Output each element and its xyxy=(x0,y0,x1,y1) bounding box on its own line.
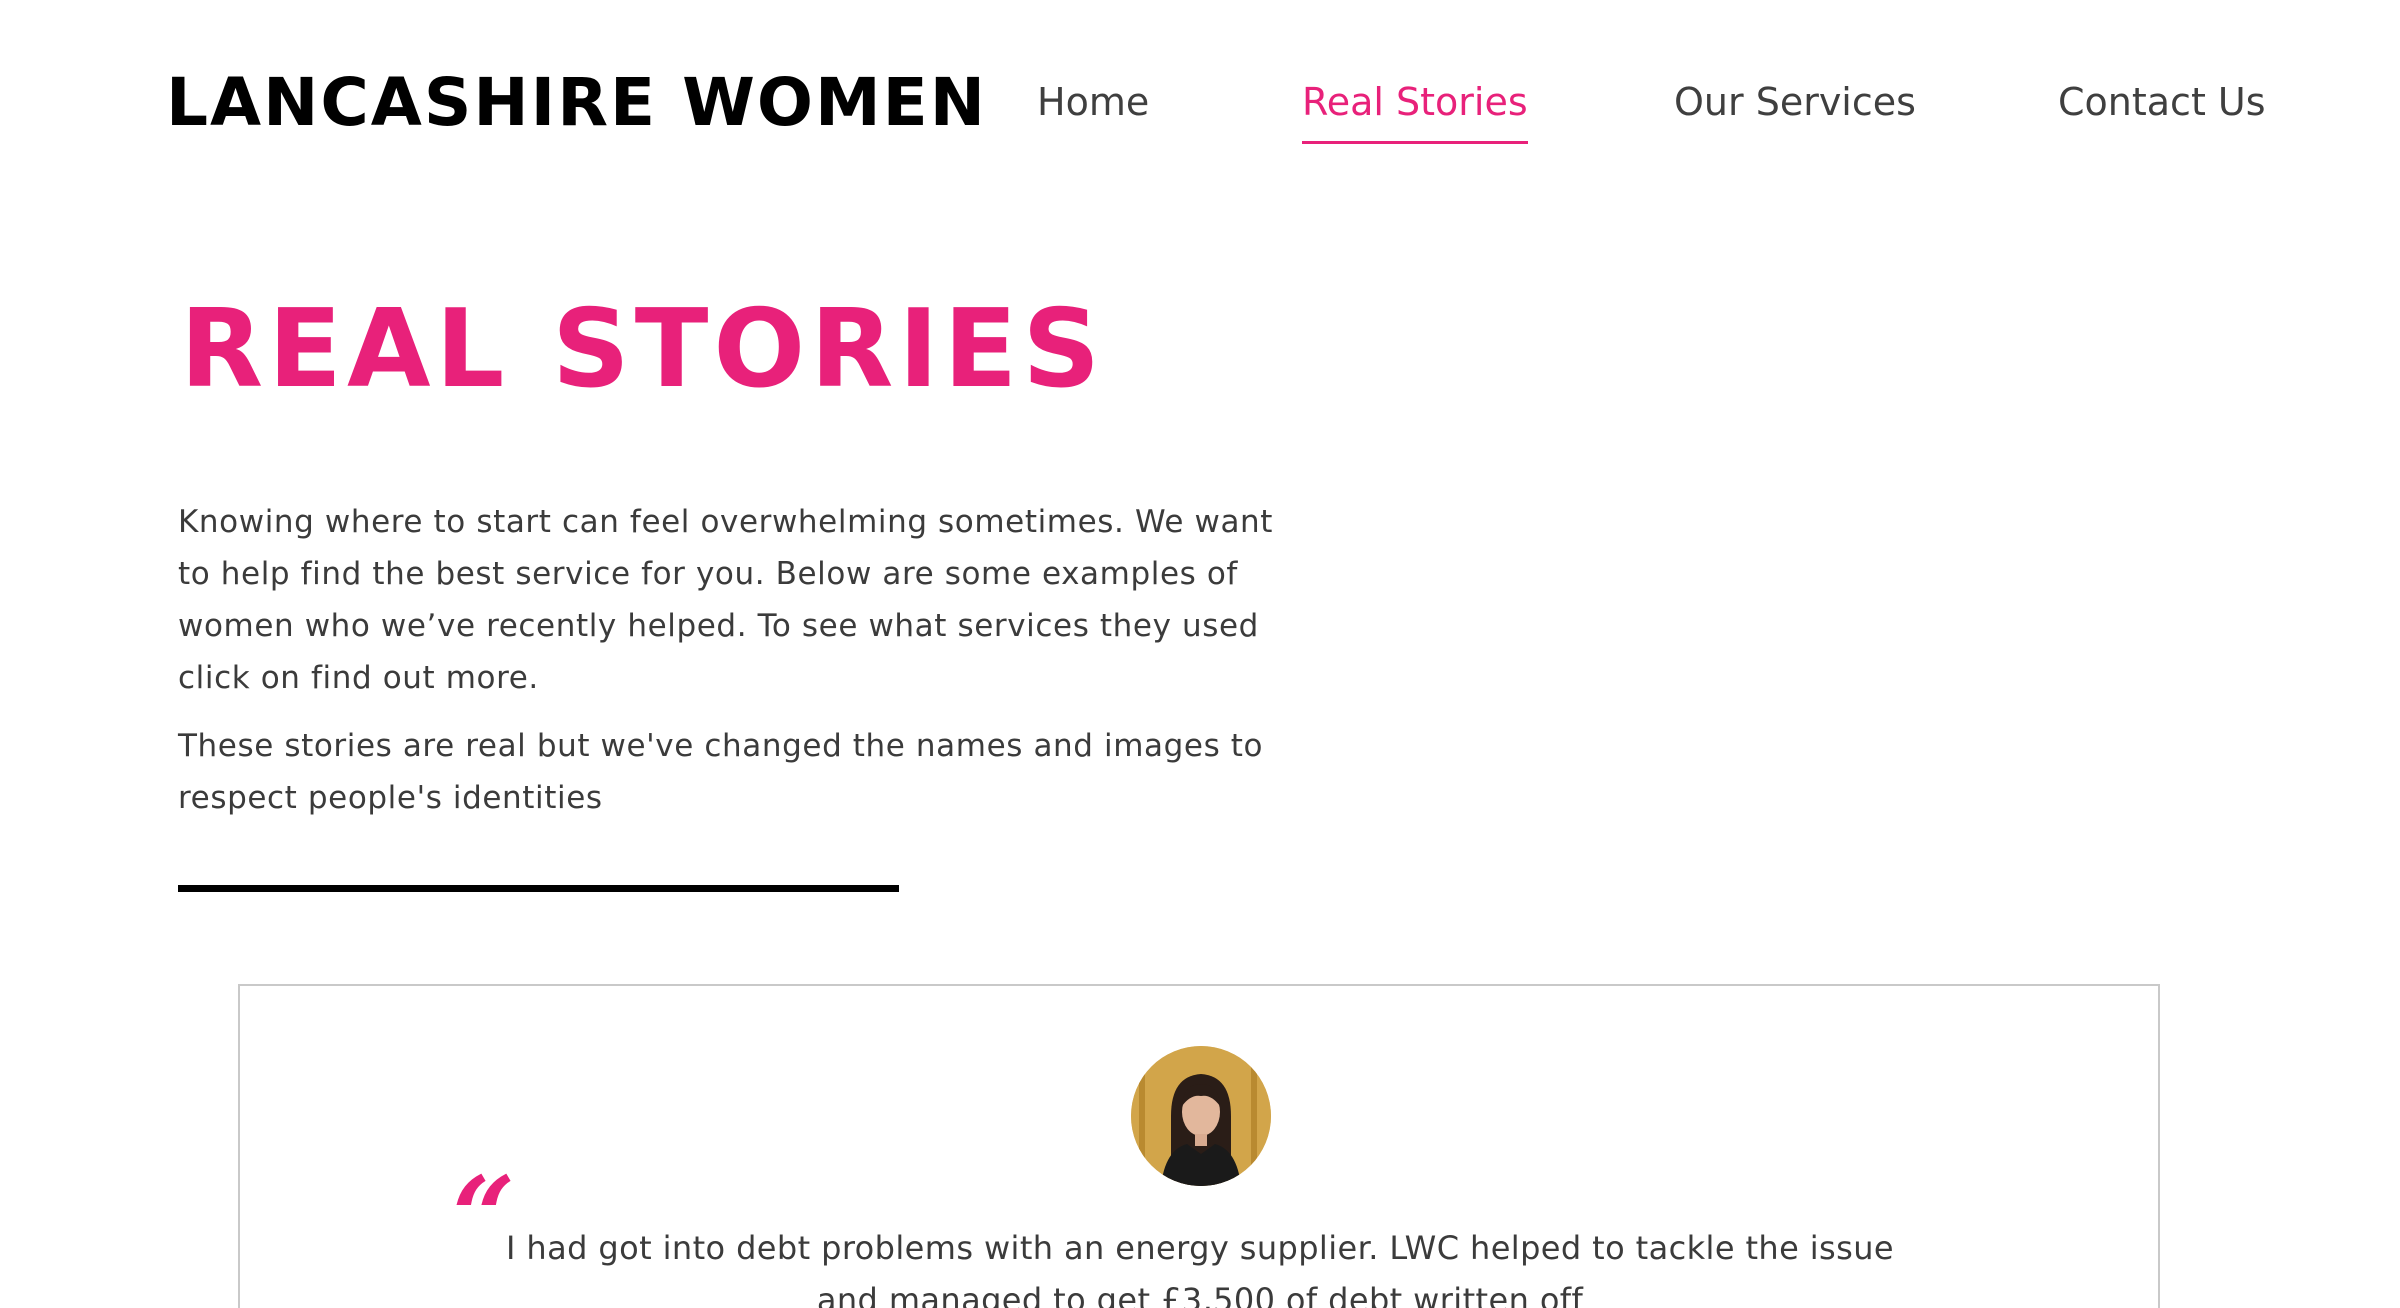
avatar xyxy=(1131,1046,1271,1186)
intro-text: Knowing where to start can feel overwhel… xyxy=(178,496,1288,824)
main-nav: Home Real Stories Our Services Contact U… xyxy=(0,80,2400,152)
story-card: “ I had got into debt problems with an e… xyxy=(238,984,2160,1308)
disclaimer-paragraph: These stories are real but we've changed… xyxy=(178,728,1264,816)
section-divider xyxy=(178,885,899,892)
page-title: REAL STORIES xyxy=(180,287,1106,412)
nav-item-real-stories-label: Real Stories xyxy=(1302,80,1528,124)
intro-paragraph: Knowing where to start can feel overwhel… xyxy=(178,504,1274,696)
nav-item-our-services[interactable]: Our Services xyxy=(1674,81,1916,124)
nav-item-home[interactable]: Home xyxy=(1037,81,1149,124)
nav-item-real-stories[interactable]: Real Stories xyxy=(1302,80,1528,144)
story-quote: I had got into debt problems with an ene… xyxy=(506,1229,1894,1308)
avatar-image xyxy=(1131,1046,1271,1186)
nav-item-contact-us[interactable]: Contact Us xyxy=(2058,81,2266,124)
active-nav-underline xyxy=(1302,140,1528,144)
